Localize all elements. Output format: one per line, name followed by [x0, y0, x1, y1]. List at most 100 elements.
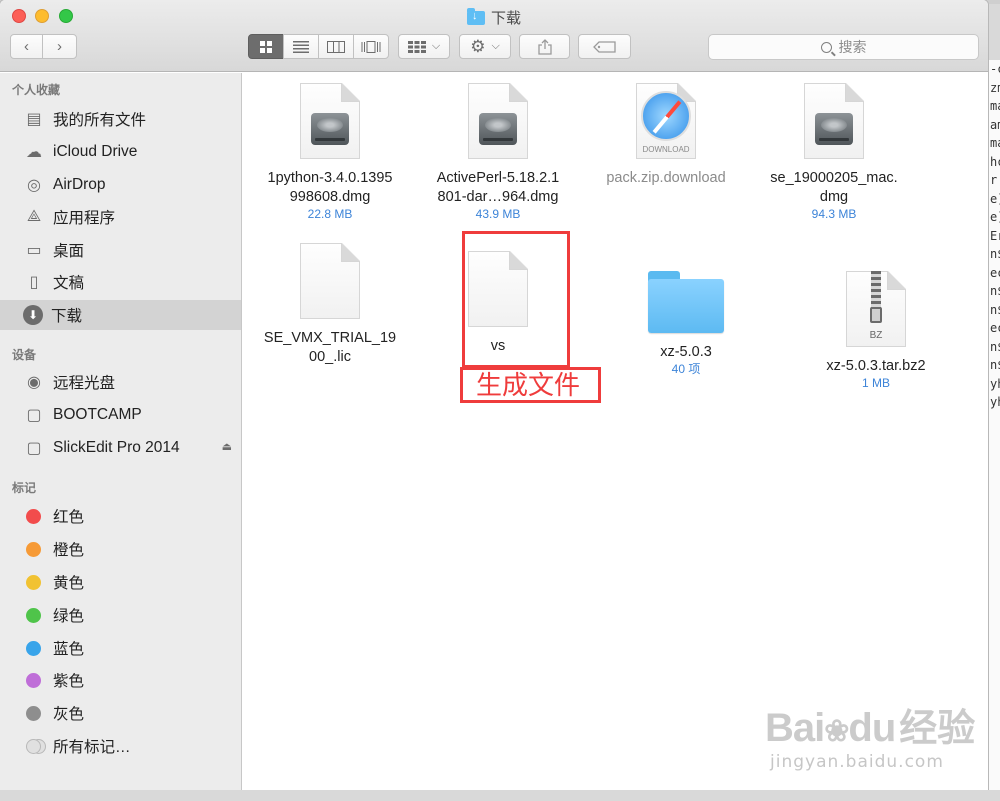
tag-color-dot: [26, 640, 41, 656]
hard-disk-icon: [311, 113, 349, 145]
sidebar-item-tag[interactable]: 紫色: [0, 665, 241, 695]
sidebar-item-label: SlickEdit Pro 2014: [53, 439, 180, 456]
baidu-watermark: Bai❀du 经验: [765, 697, 975, 752]
file-name: SE_VMX_TRIAL_19 00_.lic: [263, 330, 397, 365]
sidebar-item-favorite[interactable]: ▤ 我的所有文件: [0, 104, 241, 134]
sidebar-item-tag[interactable]: 绿色: [0, 600, 241, 630]
terminal-line: n$: [990, 358, 1000, 372]
terminal-line: ec: [990, 321, 1000, 335]
file-item[interactable]: xz-5.0.3 40 项: [606, 271, 766, 377]
terminal-line: ma: [990, 136, 1000, 150]
sidebar-item-favorite[interactable]: ▭ 桌面: [0, 235, 241, 265]
list-view-button[interactable]: [283, 34, 319, 59]
download-badge: DOWNLOAD: [642, 145, 690, 154]
search-icon: [820, 41, 832, 53]
sidebar-item-label: AirDrop: [53, 176, 106, 193]
safari-compass-icon: [641, 91, 691, 141]
sidebar-item-favorite[interactable]: ⬇ 下载: [0, 300, 241, 330]
file-name: xz-5.0.3: [660, 344, 712, 360]
sidebar-item-tag[interactable]: 橙色: [0, 534, 241, 564]
sidebar-item-tag[interactable]: 红色: [0, 501, 241, 531]
back-button[interactable]: ‹: [10, 34, 43, 59]
sidebar-item-label: 橙色: [53, 542, 85, 559]
terminal-line: r: [990, 173, 998, 187]
icon-view-button[interactable]: [248, 34, 284, 59]
file-name: se_19000205_mac. dmg: [770, 170, 898, 205]
disk-image-icon: [804, 83, 864, 159]
document-icon: [300, 243, 360, 319]
sidebar-item-favorite[interactable]: ▯ 文稿: [0, 267, 241, 297]
cloud-icon: ☁: [26, 144, 42, 161]
sidebar-item-tag[interactable]: 灰色: [0, 698, 241, 728]
action-button[interactable]: ⚙ ⌵: [459, 34, 511, 59]
sidebar-item-device[interactable]: ▢ SlickEdit Pro 2014 ⏏: [0, 433, 241, 463]
view-mode-group: [248, 34, 389, 59]
document-fold: [509, 83, 528, 102]
file-item[interactable]: BZ xz-5.0.3.tar.bz2 1 MB: [796, 271, 956, 391]
bz-badge: BZ: [869, 330, 883, 341]
file-meta: 1 MB: [861, 376, 890, 390]
watermark-url: jingyan.baidu.com: [770, 752, 944, 772]
terminal-line: hc: [990, 154, 1000, 169]
forward-button[interactable]: ›: [42, 34, 77, 59]
terminal-line: ma: [990, 99, 1000, 113]
terminal-line: yh: [990, 376, 1000, 391]
terminal-line: n$: [990, 339, 1000, 354]
terminal-line: n$: [990, 284, 1000, 298]
document-fold: [845, 83, 864, 102]
cover-flow-button[interactable]: [353, 34, 389, 59]
tag-color-dot: [26, 607, 41, 623]
sidebar-item-device[interactable]: ▢ BOOTCAMP: [0, 400, 241, 430]
file-item[interactable]: SE_VMX_TRIAL_19 00_.lic: [250, 243, 410, 367]
download-file-icon: DOWNLOAD: [636, 83, 696, 159]
documents-icon: ▯: [29, 274, 39, 291]
hard-disk-icon: [479, 113, 517, 145]
file-name: pack.zip.download: [606, 170, 726, 186]
file-item[interactable]: DOWNLOAD pack.zip.download: [586, 83, 746, 188]
search-field[interactable]: 搜索: [708, 34, 979, 60]
desktop-bottom-strip: [0, 790, 1000, 801]
sidebar-item-tag[interactable]: 黄色: [0, 567, 241, 597]
sidebar-item-tag[interactable]: 所有标记…: [0, 731, 241, 761]
arrange-button[interactable]: ⌵: [398, 34, 450, 59]
terminal-line: n$: [990, 302, 1000, 317]
applications-icon: ⟁: [26, 208, 42, 225]
cover-flow-icon: [361, 40, 381, 53]
disc-icon: ◉: [27, 374, 41, 391]
list-icon: [293, 40, 309, 53]
edit-tags-button[interactable]: [578, 34, 631, 59]
grid-icon: [260, 40, 272, 53]
tag-color-dot: [26, 574, 41, 590]
sidebar-header-tags: 标记: [12, 481, 37, 495]
airdrop-icon: ◎: [27, 177, 41, 194]
file-item[interactable]: se_19000205_mac. dmg 94.3 MB: [754, 83, 914, 222]
search-placeholder: 搜索: [838, 39, 867, 55]
column-view-button[interactable]: [318, 34, 354, 59]
sidebar-item-favorite[interactable]: ☁ iCloud Drive: [0, 137, 241, 167]
file-meta: 40 项: [671, 362, 701, 376]
all-files-icon: ▤: [26, 111, 42, 128]
terminal-line: Er: [990, 228, 1000, 243]
sidebar-item-tag[interactable]: 蓝色: [0, 633, 241, 663]
tag-color-dot: [26, 738, 41, 754]
sidebar-item-label: 黄色: [53, 575, 85, 592]
terminal-line: -c: [990, 62, 1000, 76]
zipper-pull-icon: [870, 307, 882, 323]
sidebar-header-devices: 设备: [12, 348, 37, 362]
share-button[interactable]: [519, 34, 570, 59]
sidebar-item-label: 我的所有文件: [53, 112, 147, 129]
chevron-down-icon: ⌵: [431, 40, 441, 52]
annotation-highlight-box: [462, 231, 570, 368]
downloads-folder-icon: [466, 8, 485, 25]
file-meta: 94.3 MB: [811, 207, 857, 221]
sidebar-item-device[interactable]: ◉ 远程光盘: [0, 367, 241, 397]
terminal-line: am: [990, 117, 1000, 132]
file-item[interactable]: ActivePerl-5.18.2.1 801-dar…964.dmg 43.9 …: [418, 83, 578, 222]
sidebar-item-favorite[interactable]: ◎ AirDrop: [0, 170, 241, 200]
eject-icon[interactable]: ⏏: [222, 440, 232, 453]
file-item[interactable]: 1python-3.4.0.1395 998608.dmg 22.8 MB: [250, 83, 410, 222]
file-meta: 43.9 MB: [475, 207, 521, 221]
sidebar-item-favorite[interactable]: ⟁ 应用程序: [0, 202, 241, 232]
desktop-icon: ▭: [26, 242, 42, 259]
sidebar-item-label: 紫色: [53, 673, 85, 690]
